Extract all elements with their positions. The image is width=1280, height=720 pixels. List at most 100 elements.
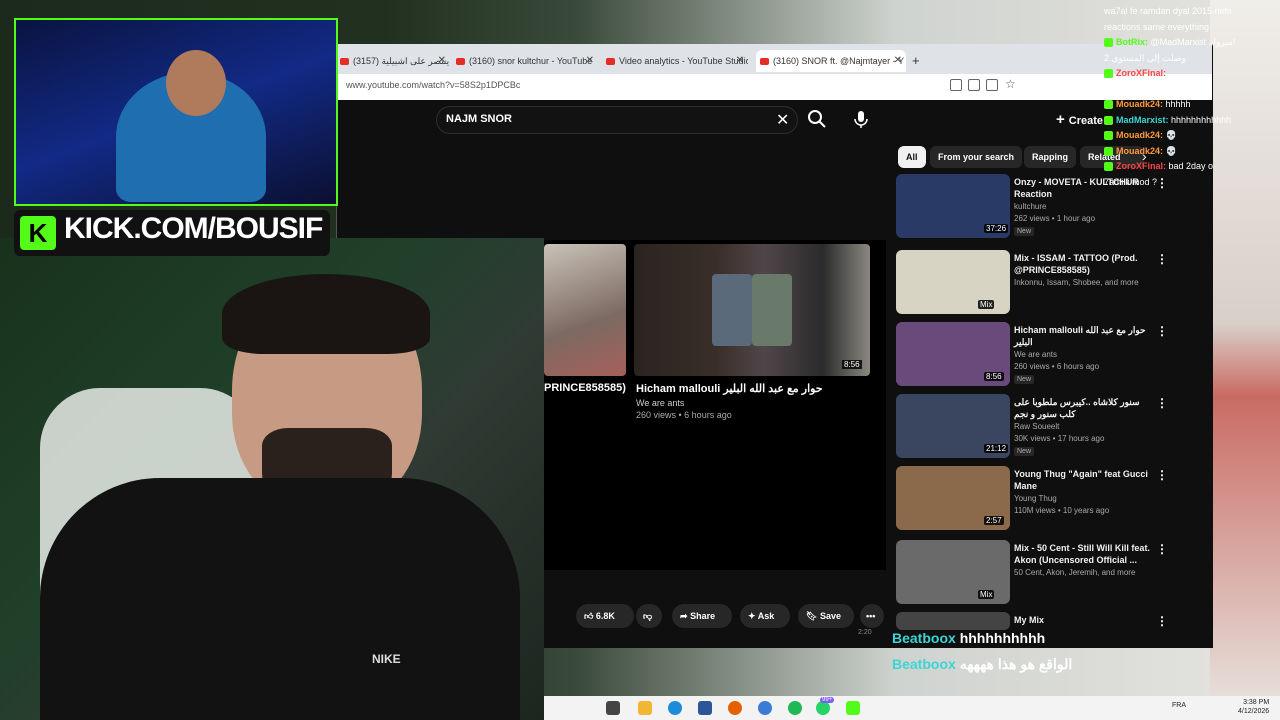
kick-badge-icon [1104, 131, 1113, 141]
more-options-icon[interactable]: ⋮ [1156, 542, 1168, 556]
video-duration: 2:57 [984, 516, 1004, 525]
kick-badge-icon [1104, 146, 1113, 156]
chat-line: ZoroXFinal: bad 2day o [1104, 161, 1213, 172]
kick-badge-icon [1104, 100, 1113, 110]
facecam-face [166, 50, 226, 116]
kick-badge-icon [1104, 38, 1113, 48]
close-icon[interactable]: ✕ [736, 50, 744, 72]
url-text[interactable]: www.youtube.com/watch?v=58S2p1DPCBc [346, 80, 520, 90]
screenshot-icon[interactable] [968, 79, 980, 91]
chip-all[interactable]: All [898, 146, 926, 168]
endcard-title[interactable]: PRINCE858585) [544, 382, 626, 394]
endcard-title[interactable]: Hicham mallouli حوار مع عبد الله البلير [636, 382, 823, 395]
spotify-icon[interactable] [788, 701, 802, 715]
dislike-button[interactable]: 👎︎ [636, 604, 662, 628]
video-title[interactable]: Mix - 50 Cent - Still Will Kill feat. Ak… [1014, 542, 1154, 566]
ask-button[interactable]: ✦ Ask [740, 604, 790, 628]
endcard-thumbnail[interactable] [544, 244, 626, 376]
video-meta: 262 views • 1 hour ago [1014, 214, 1096, 223]
save-button[interactable]: 🔖︎ Save [798, 604, 854, 628]
video-player[interactable] [544, 240, 886, 570]
video-channel[interactable]: Raw Soueelt [1014, 422, 1059, 431]
whatsapp-icon[interactable] [816, 701, 830, 715]
translate-icon[interactable] [986, 79, 998, 91]
kick-app-icon[interactable] [846, 701, 860, 715]
plus-icon: + [1056, 111, 1065, 128]
save-label: Save [819, 611, 841, 621]
video-title[interactable]: Young Thug "Again" feat Gucci Mane [1014, 468, 1154, 492]
more-options-icon[interactable]: ⋮ [1156, 324, 1168, 338]
chat-line: https://ibb.co/99GvQZqL [1104, 84, 1202, 95]
chat-username: Beatboox [892, 630, 956, 646]
streamer-webcam: NIKE [0, 238, 544, 720]
star-icon[interactable]: ☆ [1005, 77, 1016, 91]
bottom-chat-line: Beatboox الواقع هو هذا ههههه [892, 656, 1072, 673]
youtube-icon [456, 58, 465, 66]
app-icon[interactable] [698, 701, 712, 715]
kick-logo: K [20, 216, 56, 250]
more-options-icon[interactable]: ⋮ [1156, 252, 1168, 266]
video-duration: Mix [978, 590, 995, 599]
video-title[interactable]: Mix - ISSAM - TATTOO (Prod. @PRINCE85858… [1014, 252, 1154, 276]
more-actions-button[interactable]: ••• [860, 604, 884, 628]
search-icon[interactable] [806, 108, 828, 130]
extension-icon[interactable] [950, 79, 962, 91]
more-options-icon[interactable]: ⋮ [1156, 396, 1168, 410]
chat-line: ZoroXFinal: [1104, 68, 1166, 79]
browser-tab[interactable]: (3157) برشلونة ينتصر على اشبيلية✕ [340, 50, 450, 72]
share-button[interactable]: ➦ Share [672, 604, 732, 628]
video-duration: 37:26 [984, 224, 1009, 233]
firefox-icon[interactable] [728, 701, 742, 715]
chip-from-your-search[interactable]: From your search [930, 146, 1023, 168]
new-tab-button[interactable]: + [912, 50, 926, 72]
browser-tab[interactable]: Video analytics - YouTube Studio ✕ [606, 50, 748, 72]
chip-rapping[interactable]: Rapping [1024, 146, 1076, 168]
clock-date: 4/12/2026 [1238, 708, 1270, 715]
chat-message: bad 2day o [1168, 161, 1214, 171]
notification-badge: 99+ [820, 697, 835, 703]
video-thumbnail[interactable] [896, 612, 1010, 630]
chat-message: وصلت إلى المستوى 2 [1104, 52, 1186, 63]
close-icon[interactable]: ✕ [586, 50, 594, 72]
video-title[interactable]: Hicham mallouli حوار مع عبد الله البلير [1014, 324, 1154, 348]
new-badge: New [1014, 227, 1035, 236]
new-badge: New [1014, 375, 1035, 384]
chat-message: https://ibb.co/99GvQZqL [1104, 83, 1202, 94]
microphone-icon[interactable] [850, 108, 872, 130]
streamer-shirt [40, 478, 520, 720]
video-channel[interactable]: We are ants [1014, 350, 1057, 359]
file-explorer-icon[interactable] [638, 701, 652, 715]
chat-message: hhhhhhhhhh [959, 630, 1046, 646]
kick-url: KICK.COM/BOUSIF [64, 212, 323, 245]
create-label: Create [1068, 115, 1104, 127]
close-icon[interactable]: ✕ [894, 50, 902, 72]
close-icon[interactable]: ✕ [438, 50, 446, 72]
create-button[interactable]: + Create [1056, 111, 1103, 128]
video-channel[interactable]: Young Thug [1014, 494, 1057, 503]
like-button[interactable]: 👍︎ 6.8K [576, 604, 634, 628]
video-channel[interactable]: Inkonnu, Issam, Shobee, and more [1014, 278, 1139, 287]
more-options-icon[interactable]: ⋮ [1156, 468, 1168, 482]
video-channel[interactable]: kultchure [1014, 202, 1046, 211]
chat-line: wa7al fe ramdan dyal 2015 nefs [1104, 6, 1232, 17]
chat-username: Beatboox [892, 656, 956, 672]
video-title[interactable]: سنور كلاشاه ..كيبرس ملطوبا على كلب سنور … [1014, 396, 1154, 420]
language-indicator[interactable]: FRA [1172, 702, 1186, 709]
video-title[interactable]: My Mix [1014, 614, 1154, 626]
clear-search-icon[interactable]: ✕ [776, 110, 789, 130]
facecam-overlay [14, 18, 338, 206]
thumbs-down-icon: 👎︎ [643, 611, 653, 621]
browser-tab-active[interactable]: (3160) SNOR ft. @Najmtayer - Y ✕ [756, 50, 906, 72]
chat-message: 💀 [1165, 130, 1177, 140]
more-options-icon[interactable]: ⋮ [1156, 176, 1168, 190]
browser-tab[interactable]: (3160) snor kultchur - YouTube ✕ [456, 50, 598, 72]
app-icon[interactable] [758, 701, 772, 715]
chat-line: Mouadk24: 💀 [1104, 146, 1177, 157]
system-clock[interactable]: 3:38 PM 4/12/2026 [1238, 698, 1269, 716]
video-channel[interactable]: 50 Cent, Akon, Jeremih, and more [1014, 568, 1135, 577]
task-view-icon[interactable] [606, 701, 620, 715]
edge-icon[interactable] [668, 701, 682, 715]
more-options-icon[interactable]: ⋮ [1156, 614, 1168, 628]
endcard-channel[interactable]: We are ants [636, 398, 684, 408]
taskbar [544, 696, 1280, 720]
